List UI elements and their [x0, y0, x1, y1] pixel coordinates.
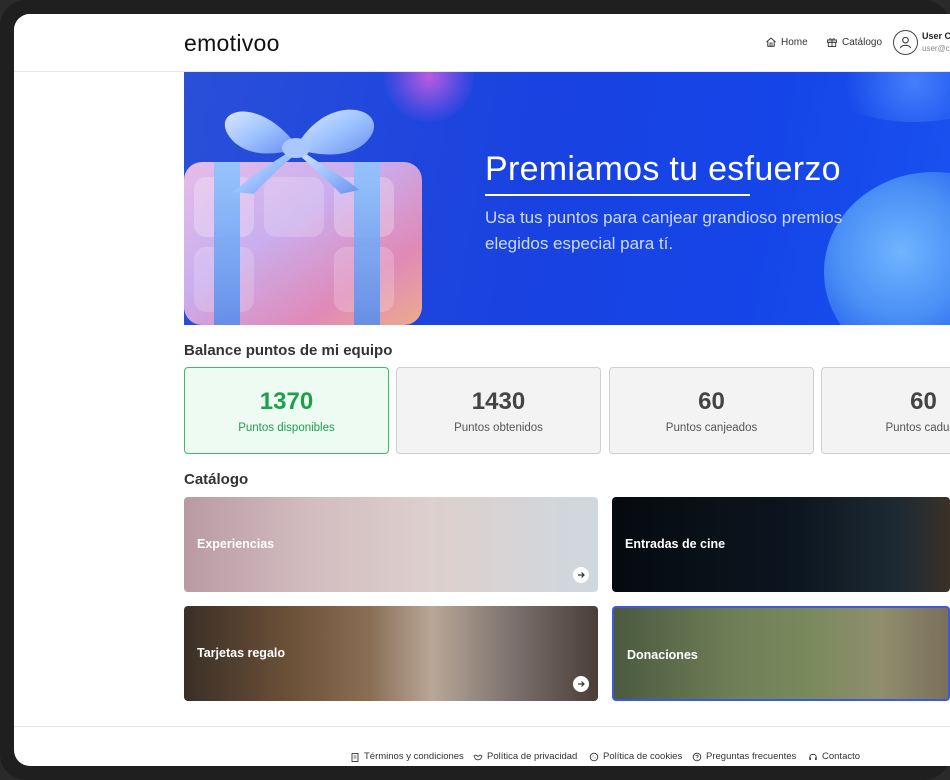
header: emotivoo Home Catálogo User C user@c — [14, 14, 950, 72]
nav-catalog-label: Catálogo — [842, 36, 883, 48]
footer-link-cookies[interactable]: Política de cookies — [589, 751, 682, 762]
catalog-section-title: Catálogo — [184, 471, 249, 488]
footer: Términos y condiciones Política de priva… — [14, 726, 950, 766]
device-frame: emotivoo Home Catálogo User C user@c Pre… — [0, 0, 950, 780]
points-value: 1370 — [259, 388, 314, 415]
arrow-right-icon[interactable] — [573, 676, 589, 692]
footer-link-terms[interactable]: Términos y condiciones — [350, 751, 464, 762]
points-value: 60 — [910, 388, 937, 415]
gift-box-illustration — [184, 109, 422, 325]
home-icon — [766, 37, 776, 47]
handshake-icon — [473, 754, 483, 760]
footer-link-contact[interactable]: Contacto — [808, 751, 860, 762]
points-expired-card: 60 Puntos caduca — [821, 367, 950, 454]
footer-link-label: Política de cookies — [603, 751, 683, 762]
user-name: User C — [922, 31, 950, 41]
footer-link-faq[interactable]: Preguntas frecuentes — [692, 751, 796, 762]
points-label: Puntos canjeados — [665, 422, 758, 434]
hero-title: Premiamos tu esfuerzo — [485, 150, 841, 188]
catalog-tile-tarjetas-regalo[interactable]: Tarjetas regalo — [184, 606, 598, 701]
screen: emotivoo Home Catálogo User C user@c Pre… — [14, 14, 950, 766]
hero-subtitle: Usa tus puntos para canjear grandioso pr… — [485, 208, 843, 253]
balance-section-title: Balance puntos de mi equipo — [184, 342, 393, 359]
catalog-tile-entradas-de-cine[interactable]: Entradas de cine — [612, 497, 950, 592]
points-value: 60 — [698, 388, 725, 415]
hero-banner: Premiamos tu esfuerzo Usa tus puntos par… — [184, 72, 950, 325]
nav-home[interactable]: Home — [765, 36, 808, 48]
headset-icon — [809, 753, 817, 760]
footer-link-label: Términos y condiciones — [364, 751, 464, 762]
arrow-right-icon[interactable] — [573, 567, 589, 583]
points-redeemed-card: 60 Puntos canjeados — [609, 367, 814, 454]
footer-link-label: Contacto — [822, 751, 861, 762]
user-icon — [899, 36, 912, 49]
points-available-card: 1370 Puntos disponibles — [184, 367, 389, 454]
question-icon — [692, 752, 702, 761]
user-avatar[interactable] — [893, 30, 918, 55]
tile-label: Experiencias — [197, 537, 275, 551]
tile-label: Donaciones — [627, 648, 698, 662]
tile-label: Entradas de cine — [625, 537, 726, 551]
nav-home-label: Home — [781, 36, 808, 48]
points-label: Puntos disponibles — [238, 422, 335, 434]
points-label: Puntos caduca — [885, 422, 950, 434]
tile-label: Tarjetas regalo — [197, 646, 286, 660]
cookie-icon — [589, 752, 599, 761]
gift-icon — [827, 38, 837, 47]
hero-divider — [485, 194, 750, 196]
logo[interactable]: emotivoo — [184, 30, 280, 57]
catalog-tile-experiencias[interactable]: Experiencias — [184, 497, 598, 592]
footer-link-privacy[interactable]: Política de privacidad — [473, 751, 577, 762]
catalog-tile-donaciones[interactable]: Donaciones — [612, 606, 950, 701]
nav-catalog[interactable]: Catálogo — [826, 36, 882, 48]
hero-decor-blob — [824, 72, 950, 122]
footer-link-label: Política de privacidad — [487, 751, 578, 762]
user-email: user@c — [922, 44, 950, 53]
points-value: 1430 — [471, 388, 526, 415]
clipboard-icon — [351, 752, 359, 762]
points-label: Puntos obtenidos — [454, 422, 543, 434]
footer-link-label: Preguntas frecuentes — [706, 751, 797, 762]
points-earned-card: 1430 Puntos obtenidos — [396, 367, 601, 454]
